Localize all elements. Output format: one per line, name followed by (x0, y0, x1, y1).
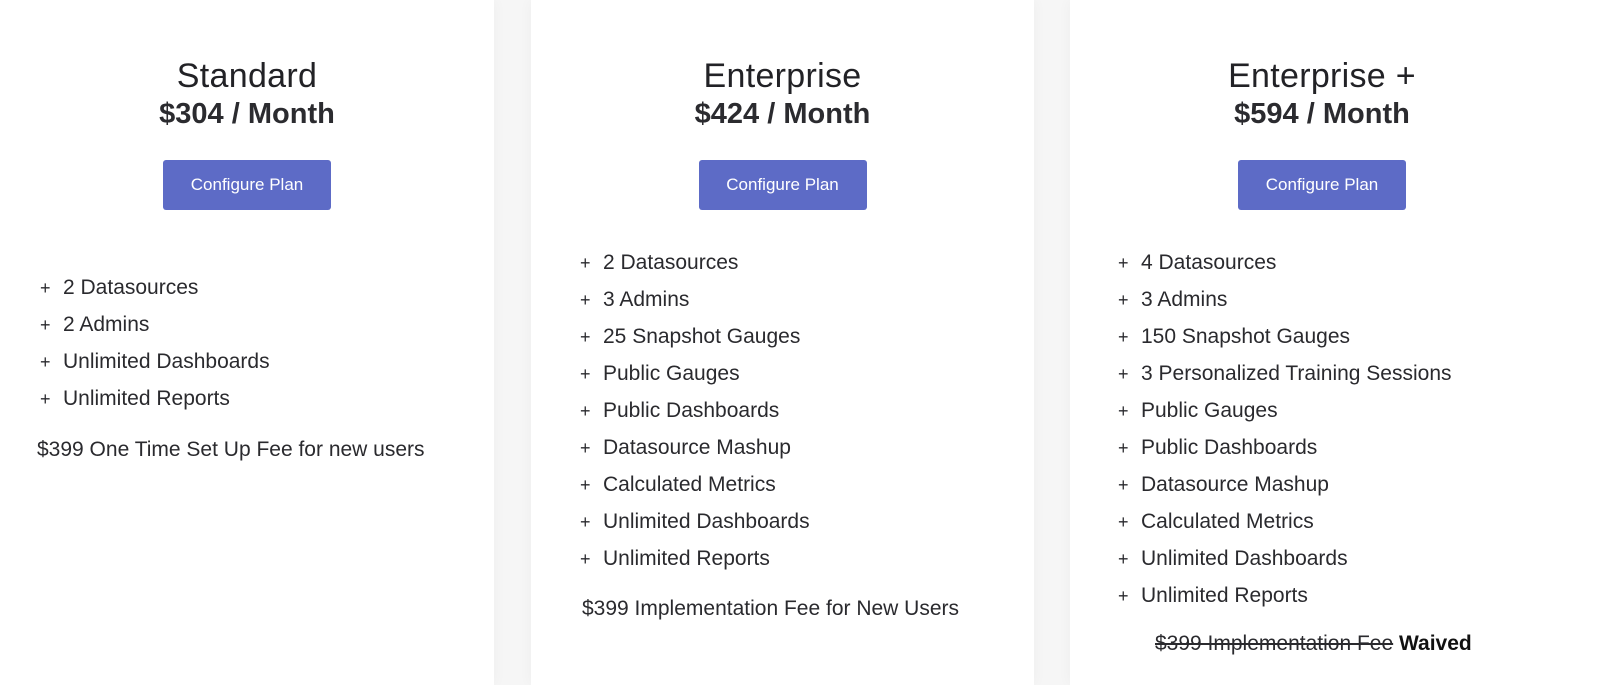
feature-label: Public Gauges (603, 362, 740, 385)
feature-item: + Public Gauges (580, 362, 810, 399)
feature-label: 4 Datasources (1141, 251, 1277, 274)
plan-header: Enterprise + $594 / Month Configure Plan (1070, 56, 1574, 210)
feature-label: Public Dashboards (603, 399, 780, 422)
feature-list: +2 Datasources +2 Admins + Unlimited Dash… (40, 276, 270, 424)
waived-badge: Waived (1399, 632, 1472, 655)
configure-plan-button[interactable]: Configure Plan (163, 160, 331, 210)
feature-item: +4 Datasources (1118, 251, 1452, 288)
configure-plan-button[interactable]: Configure Plan (1238, 160, 1406, 210)
plus-icon: + (1118, 549, 1129, 569)
feature-label: 3 Admins (603, 288, 690, 311)
feature-item: + Unlimited Reports (1118, 584, 1452, 621)
plus-icon: + (40, 389, 51, 409)
plus-icon: + (1118, 475, 1129, 495)
plan-card-enterprise: Enterprise $424 / Month Configure Plan +… (531, 0, 1034, 685)
feature-list: +2 Datasources +3 Admins +25 Snapshot Ga… (580, 251, 810, 584)
feature-item: +150 Snapshot Gauges (1118, 325, 1452, 362)
pricing-page: Standard $304 / Month Configure Plan +2 … (0, 0, 1600, 685)
feature-label: Unlimited Dashboards (603, 510, 810, 533)
plan-card-enterprise-plus: Enterprise + $594 / Month Configure Plan… (1070, 0, 1600, 685)
configure-plan-button[interactable]: Configure Plan (698, 160, 867, 210)
plus-icon: + (1118, 327, 1129, 347)
feature-item: +2 Admins (40, 313, 270, 350)
feature-label: 2 Datasources (603, 251, 739, 274)
feature-label: 25 Snapshot Gauges (603, 325, 801, 348)
plan-name: Enterprise + (1228, 57, 1416, 95)
feature-label: Unlimited Dashboards (63, 350, 270, 373)
feature-label: Unlimited Reports (603, 547, 770, 570)
plan-header: Standard $304 / Month Configure Plan (0, 56, 494, 210)
feature-label: Calculated Metrics (603, 473, 776, 496)
plus-icon: + (1118, 401, 1129, 421)
plus-icon: + (580, 549, 591, 569)
feature-item: +3 Admins (580, 288, 810, 325)
plan-price: $594 / Month (1234, 98, 1410, 130)
feature-list: +4 Datasources +3 Admins +150 Snapshot G… (1118, 251, 1452, 621)
feature-item: +25 Snapshot Gauges (580, 325, 810, 362)
feature-label: 2 Admins (63, 313, 150, 336)
feature-item: + Unlimited Reports (40, 387, 270, 424)
feature-item: + Calculated Metrics (1118, 510, 1452, 547)
feature-item: + Unlimited Dashboards (580, 510, 810, 547)
plus-icon: + (1118, 586, 1129, 606)
feature-item: +3 Admins (1118, 288, 1452, 325)
plus-icon: + (1118, 438, 1129, 458)
feature-label: 3 Admins (1141, 288, 1228, 311)
plus-icon: + (40, 278, 51, 298)
feature-label: Public Dashboards (1141, 436, 1318, 459)
setup-fee-note: $399 One Time Set Up Fee for new users (37, 438, 425, 461)
feature-item: + Datasource Mashup (1118, 473, 1452, 510)
feature-item: +3 Personalized Training Sessions (1118, 362, 1452, 399)
feature-label: Unlimited Reports (63, 387, 230, 410)
feature-item: +2 Datasources (580, 251, 810, 288)
plus-icon: + (580, 401, 591, 421)
plan-price: $424 / Month (694, 98, 871, 130)
plus-icon: + (1118, 290, 1129, 310)
plus-icon: + (580, 475, 591, 495)
feature-item: +2 Datasources (40, 276, 270, 313)
struck-fee-text: $399 Implementation Fee (1155, 632, 1394, 655)
implementation-fee-note: $399 Implementation Fee Waived (1155, 632, 1472, 656)
plus-icon: + (580, 253, 591, 273)
feature-label: Calculated Metrics (1141, 510, 1314, 533)
implementation-fee-note: $399 Implementation Fee for New Users (582, 597, 960, 620)
plus-icon: + (40, 315, 51, 335)
plan-name: Enterprise (703, 57, 862, 95)
feature-item: + Unlimited Dashboards (40, 350, 270, 387)
plan-name: Standard (176, 57, 318, 95)
plan-card-standard: Standard $304 / Month Configure Plan +2 … (0, 0, 494, 685)
plus-icon: + (580, 364, 591, 384)
feature-item: + Unlimited Dashboards (1118, 547, 1452, 584)
feature-label: 3 Personalized Training Sessions (1141, 362, 1452, 385)
feature-label: Datasource Mashup (603, 436, 791, 459)
feature-item: + Datasource Mashup (580, 436, 810, 473)
plus-icon: + (580, 438, 591, 458)
feature-label: Unlimited Reports (1141, 584, 1308, 607)
plus-icon: + (1118, 512, 1129, 532)
plan-price: $304 / Month (159, 98, 335, 130)
plus-icon: + (580, 327, 591, 347)
plus-icon: + (40, 352, 51, 372)
plus-icon: + (580, 290, 591, 310)
feature-item: + Unlimited Reports (580, 547, 810, 584)
feature-item: + Public Gauges (1118, 399, 1452, 436)
plus-icon: + (1118, 364, 1129, 384)
feature-label: Datasource Mashup (1141, 473, 1329, 496)
plus-icon: + (580, 512, 591, 532)
plan-header: Enterprise $424 / Month Configure Plan (531, 56, 1034, 210)
feature-label: Unlimited Dashboards (1141, 547, 1348, 570)
feature-item: + Public Dashboards (580, 399, 810, 436)
plus-icon: + (1118, 253, 1129, 273)
feature-item: + Public Dashboards (1118, 436, 1452, 473)
feature-label: 2 Datasources (63, 276, 199, 299)
feature-label: 150 Snapshot Gauges (1141, 325, 1350, 348)
feature-item: + Calculated Metrics (580, 473, 810, 510)
feature-label: Public Gauges (1141, 399, 1278, 422)
